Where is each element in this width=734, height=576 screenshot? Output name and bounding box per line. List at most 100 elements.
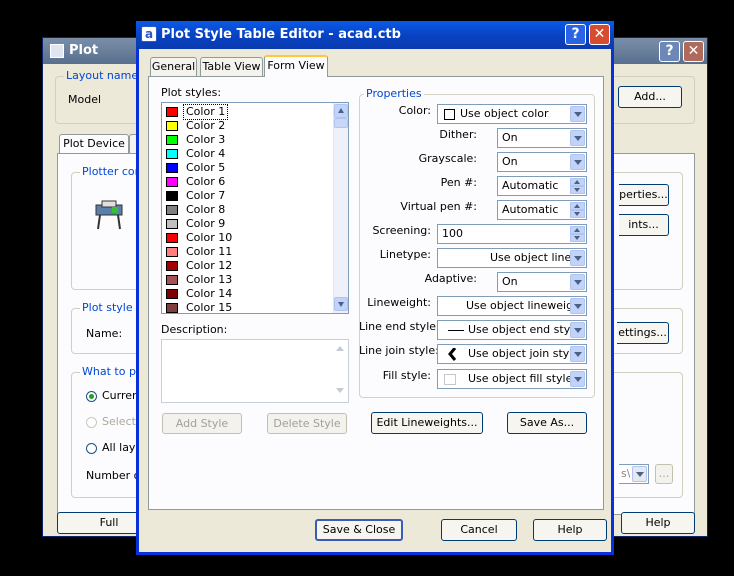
grayscale-label: Grayscale: (418, 152, 477, 165)
properties-button[interactable]: perties... (619, 184, 669, 206)
chevron-down-icon (570, 322, 585, 338)
properties-label: Properties (364, 87, 424, 100)
list-item[interactable]: Color 5 (164, 161, 332, 175)
line-join-style-combo[interactable]: Use object join style (437, 344, 587, 364)
number-combo[interactable]: s\ (619, 464, 649, 484)
linetype-combo[interactable]: Use object linety (437, 248, 587, 268)
fill-style-label: Fill style: (382, 369, 431, 382)
dialog-close-icon[interactable]: ✕ (589, 24, 610, 45)
spin-down-icon[interactable] (570, 234, 585, 242)
plotter-icon (95, 200, 123, 230)
tab-general[interactable]: General (150, 57, 197, 77)
grayscale-combo[interactable]: On (497, 152, 587, 172)
list-item[interactable]: Color 4 (164, 147, 332, 161)
list-item[interactable]: Color 3 (164, 133, 332, 147)
list-item[interactable]: Color 12 (164, 259, 332, 273)
description-scrollbar[interactable] (333, 342, 347, 400)
scroll-down-icon[interactable] (334, 297, 348, 311)
plot-styles-label: Plot styles: (161, 86, 222, 99)
list-item-label: Color 9 (186, 217, 226, 230)
chevron-down-icon (570, 106, 585, 122)
linetype-value: Use object linety (490, 251, 570, 264)
add-button[interactable]: Add... (618, 86, 682, 108)
tab-plot-device[interactable]: Plot Device (59, 134, 129, 154)
color-swatch-icon (166, 289, 178, 299)
spin-up-icon[interactable] (570, 178, 585, 186)
scroll-up-icon[interactable] (334, 104, 348, 118)
plot-styles-scrollbar[interactable] (333, 103, 348, 313)
color-swatch-icon (166, 261, 178, 271)
plot-styles-list[interactable]: Color 1 Color 2 Color 3 Color 4 Color 5 Color… (161, 102, 349, 314)
selected-radio[interactable] (86, 417, 97, 428)
color-swatch-icon (166, 135, 178, 145)
spin-up-icon[interactable] (570, 226, 585, 234)
current-radio[interactable] (86, 391, 97, 402)
list-item-label: Color 13 (186, 273, 233, 286)
adaptive-value: On (502, 275, 518, 288)
dialog-help-icon[interactable]: ? (565, 24, 586, 45)
pen-spinner[interactable]: Automatic (497, 176, 587, 196)
list-item[interactable]: Color 9 (164, 217, 332, 231)
dither-combo[interactable]: On (497, 128, 587, 148)
line-end-style-combo[interactable]: Use object end style (437, 320, 587, 340)
lineweight-combo[interactable]: Use object lineweigh (437, 296, 587, 316)
hints-button[interactable]: ints... (619, 214, 669, 236)
list-item[interactable]: Color 14 (164, 287, 332, 301)
list-item[interactable]: Color 8 (164, 203, 332, 217)
virtual-pen-spinner[interactable]: Automatic (497, 200, 587, 220)
fill-style-value: Use object fill style (468, 372, 572, 385)
fill-style-combo[interactable]: Use object fill style (437, 369, 587, 389)
browse-button[interactable]: … (655, 464, 673, 484)
save-close-button[interactable]: Save & Close (315, 519, 403, 541)
spin-down-icon[interactable] (570, 210, 585, 218)
list-item-label: Color 11 (186, 245, 233, 258)
delete-style-button[interactable]: Delete Style (267, 413, 347, 434)
tab-form-view[interactable]: Form View (264, 55, 328, 77)
screening-spinner[interactable]: 100 (437, 224, 587, 244)
plot-help-button[interactable]: Help (621, 512, 695, 534)
save-as-button[interactable]: Save As... (507, 412, 587, 434)
tab-table-view[interactable]: Table View (200, 57, 263, 77)
list-item[interactable]: Color 2 (164, 119, 332, 133)
fill-swatch-icon (444, 374, 456, 385)
form-view-panel: Plot styles: Color 1 Color 2 Color 3 Color … (148, 76, 604, 510)
list-item[interactable]: Color 15 (164, 301, 332, 315)
chevron-down-icon (570, 250, 585, 266)
name-label: Name: (86, 327, 123, 340)
plot-style-settings-button[interactable]: ettings... (617, 322, 669, 344)
list-item-label: Color 1 (182, 104, 229, 120)
list-item[interactable]: Color 10 (164, 231, 332, 245)
list-item[interactable]: Color 11 (164, 245, 332, 259)
color-swatch-icon (166, 247, 178, 257)
cancel-button[interactable]: Cancel (441, 519, 517, 541)
all-layouts-radio[interactable] (86, 443, 97, 454)
spin-down-icon[interactable] (570, 186, 585, 194)
layout-name-label: Layout name (64, 69, 141, 82)
number-combo-value: s\ (621, 467, 631, 480)
pen-label: Pen #: (440, 176, 477, 189)
virtual-pen-value: Automatic (502, 203, 559, 216)
spin-up-icon[interactable] (570, 202, 585, 210)
scroll-thumb[interactable] (334, 118, 348, 128)
color-swatch-icon (166, 205, 178, 215)
list-item-label: Color 15 (186, 301, 233, 314)
edit-lineweights-button[interactable]: Edit Lineweights... (371, 412, 483, 434)
list-item[interactable]: Color 6 (164, 175, 332, 189)
chevron-down-icon (632, 466, 647, 482)
layout-name-value: Model (68, 93, 102, 106)
plot-help-icon[interactable]: ? (659, 41, 680, 62)
adaptive-combo[interactable]: On (497, 272, 587, 292)
description-textarea[interactable] (161, 339, 349, 403)
list-item[interactable]: Color 1 (164, 104, 332, 120)
color-combo[interactable]: Use object color (437, 104, 587, 124)
dialog-help-button[interactable]: Help (533, 519, 607, 541)
full-preview-button[interactable]: Full Preview (57, 512, 139, 549)
dialog-title-bar: a Plot Style Table Editor - acad.ctb ? ✕ (136, 21, 614, 49)
add-style-button[interactable]: Add Style (162, 413, 242, 434)
list-item[interactable]: Color 7 (164, 189, 332, 203)
list-item-label: Color 3 (186, 133, 226, 146)
linetype-label: Linetype: (379, 248, 431, 261)
plot-close-icon[interactable]: ✕ (683, 41, 704, 62)
list-item[interactable]: Color 13 (164, 273, 332, 287)
current-option-label: Curren (102, 389, 140, 402)
